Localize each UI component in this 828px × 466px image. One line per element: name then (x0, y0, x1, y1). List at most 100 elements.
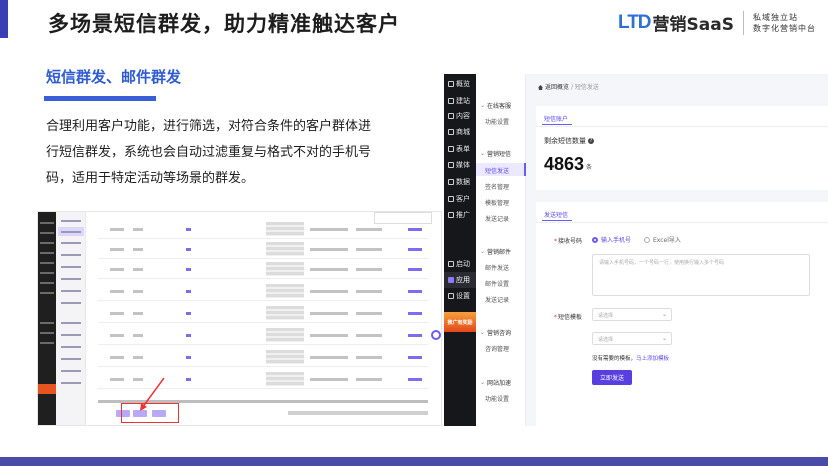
submenu-item-email-send[interactable]: 邮件发送 (485, 263, 509, 272)
overview-icon (448, 81, 454, 87)
help-icon[interactable]: ? (588, 138, 594, 144)
send-now-button[interactable]: 立即发送 (592, 370, 632, 385)
submenu-item-sms-send[interactable]: 短信发送 (485, 166, 509, 175)
footer-bar (0, 457, 828, 466)
sidebar-label: 数据 (456, 178, 470, 186)
tab-underline (542, 124, 572, 125)
chevron-down-icon: ⌄ (661, 335, 667, 342)
chevron-down-icon: ⌄ (661, 311, 667, 318)
brand-tagline: 私域独立站 数字化营销中台 (753, 12, 816, 34)
chevron-down-icon: ⌄ (480, 102, 486, 109)
sidebar-item-apps[interactable]: 应用 (444, 272, 476, 288)
receiver-label: *接收号码 (554, 238, 583, 245)
submenu-item-accelerate-settings[interactable]: 功能设置 (485, 394, 509, 403)
sidebar-item-settings[interactable]: 设置 (444, 288, 476, 304)
remaining-sms-count: 4863 (544, 154, 585, 174)
radio-manual-label: 输入手机号 (601, 237, 632, 244)
template-label: *短信模板 (554, 314, 583, 321)
breadcrumb-current: 短信发送 (574, 84, 599, 91)
remaining-sms-label: 剩余短信数量? (544, 136, 594, 146)
submenu-item-sms-records[interactable]: 发送记录 (485, 214, 509, 223)
brand-ltd: LTD (618, 11, 652, 33)
radio-excel-label: Excel导入 (653, 237, 681, 244)
sms-send-screenshot: 概览 建站 内容 商城 表单 媒体 数据 客户 推广 启动 应用 设置 推广有奖… (444, 74, 828, 426)
breadcrumb-separator: / (570, 84, 573, 91)
sidebar-item-data[interactable]: 数据 (444, 174, 476, 190)
tab-underline (542, 220, 572, 221)
chevron-down-icon: ⌄ (480, 379, 486, 386)
sidebar-item-site[interactable]: 建站 (444, 93, 476, 109)
promo-badge[interactable]: 推广有奖励 (444, 312, 476, 332)
submenu-group-sms[interactable]: ⌄ 营销短信 (480, 149, 511, 158)
section-title: 短信群发、邮件群发 (46, 68, 182, 86)
chevron-down-icon: ⌄ (480, 150, 486, 157)
signature-select[interactable]: 请选择 ⌄ (592, 332, 672, 345)
section-body: 合理利用客户功能，进行筛选，对符合条件的客户群体进行短信群发，系统也会自动过滤重… (46, 119, 372, 186)
submenu-item-email-records[interactable]: 发送记录 (485, 295, 509, 304)
submenu-item-template[interactable]: 模板管理 (485, 198, 509, 207)
customer-icon (448, 196, 454, 202)
data-icon (448, 179, 454, 185)
sidebar-item-customer[interactable]: 客户 (444, 191, 476, 207)
site-icon (448, 98, 454, 104)
submenu-group-label: 在线客服 (487, 103, 512, 110)
main-panel: 返回概览 / 短信发送 短信账户 剩余短信数量? 4863 条 发送短信 *接收… (526, 74, 828, 426)
customer-list-thumbnail (37, 211, 442, 426)
tab-send-sms[interactable]: 发送短信 (544, 210, 568, 219)
form-icon (448, 146, 454, 152)
template-select[interactable]: 请选择 ⌄ (592, 308, 672, 321)
sidebar-label: 推广 (456, 211, 470, 219)
chevron-down-icon: ⌄ (480, 329, 486, 336)
submenu-group-email[interactable]: ⌄ 营销邮件 (480, 247, 511, 256)
phone-numbers-textarea[interactable]: 请输入手机号码，一个号码一行，使用换行输入多个号码 (592, 254, 810, 296)
add-template-link[interactable]: 马上添加模板 (636, 356, 669, 362)
submenu-group-label: 营销咨询 (487, 330, 512, 337)
promote-icon (448, 212, 454, 218)
submenu-group-consult[interactable]: ⌄ 营销咨询 (480, 328, 511, 337)
launch-icon (448, 261, 454, 267)
app-submenu: ⌄ 在线客服 功能设置 ⌄ 营销短信 短信发送 签名管理 模板管理 发送记录 ⌄ 营销… (476, 74, 526, 426)
apps-icon (448, 277, 454, 283)
radio-manual-input[interactable]: 输入手机号 (592, 235, 631, 244)
sidebar-item-content[interactable]: 内容 (444, 108, 476, 124)
submenu-group-service[interactable]: ⌄ 在线客服 (480, 101, 511, 110)
submenu-group-accelerate[interactable]: ⌄ 网站加速 (480, 378, 511, 387)
submenu-item-signature[interactable]: 签名管理 (485, 182, 509, 191)
sidebar-item-overview[interactable]: 概览 (444, 76, 476, 92)
home-icon (538, 85, 543, 90)
card-divider (536, 222, 828, 223)
sidebar-item-promote[interactable]: 推广 (444, 207, 476, 223)
submenu-group-label: 营销短信 (487, 151, 512, 158)
thumb-arrow (140, 377, 165, 411)
breadcrumb-back[interactable]: 返回概览 (545, 84, 569, 91)
submenu-item-email-settings[interactable]: 邮件设置 (485, 279, 509, 288)
sidebar-label: 客户 (456, 195, 470, 203)
floating-settings-icon[interactable] (431, 330, 441, 340)
sidebar-item-media[interactable]: 媒体 (444, 157, 476, 173)
radio-excel-import[interactable]: Excel导入 (644, 235, 681, 244)
sidebar-label: 应用 (456, 276, 470, 284)
sidebar-item-form[interactable]: 表单 (444, 141, 476, 157)
title-accent-bar (0, 0, 8, 38)
brand-divider (742, 10, 744, 35)
send-sms-card: 发送短信 *接收号码 输入手机号 Excel导入 请输入手机号码，一个号码一行，… (536, 202, 828, 426)
radio-dot (592, 236, 598, 243)
signature-select-value: 请选择 (598, 337, 614, 343)
tab-sms-account[interactable]: 短信账户 (544, 114, 568, 123)
sidebar-label: 表单 (456, 145, 470, 153)
sidebar-label: 设置 (456, 292, 470, 300)
content-icon (448, 113, 454, 119)
brand-tagline-1: 私域独立站 (752, 12, 798, 22)
sidebar-item-shop[interactable]: 商城 (444, 124, 476, 140)
brand-name: 营销SaaS (652, 15, 734, 35)
sms-account-card: 短信账户 剩余短信数量? 4863 条 (536, 106, 828, 190)
shop-icon (448, 129, 454, 135)
sidebar-label: 启动 (456, 260, 470, 268)
sidebar-item-launch[interactable]: 启动 (444, 256, 476, 272)
sidebar-label: 概览 (456, 80, 470, 88)
card-divider (536, 126, 828, 127)
submenu-item-service-settings[interactable]: 功能设置 (485, 117, 509, 126)
remaining-sms-unit: 条 (586, 164, 593, 171)
receiver-label-text: 接收号码 (558, 238, 583, 245)
submenu-item-consult-manage[interactable]: 咨询管理 (485, 344, 509, 353)
